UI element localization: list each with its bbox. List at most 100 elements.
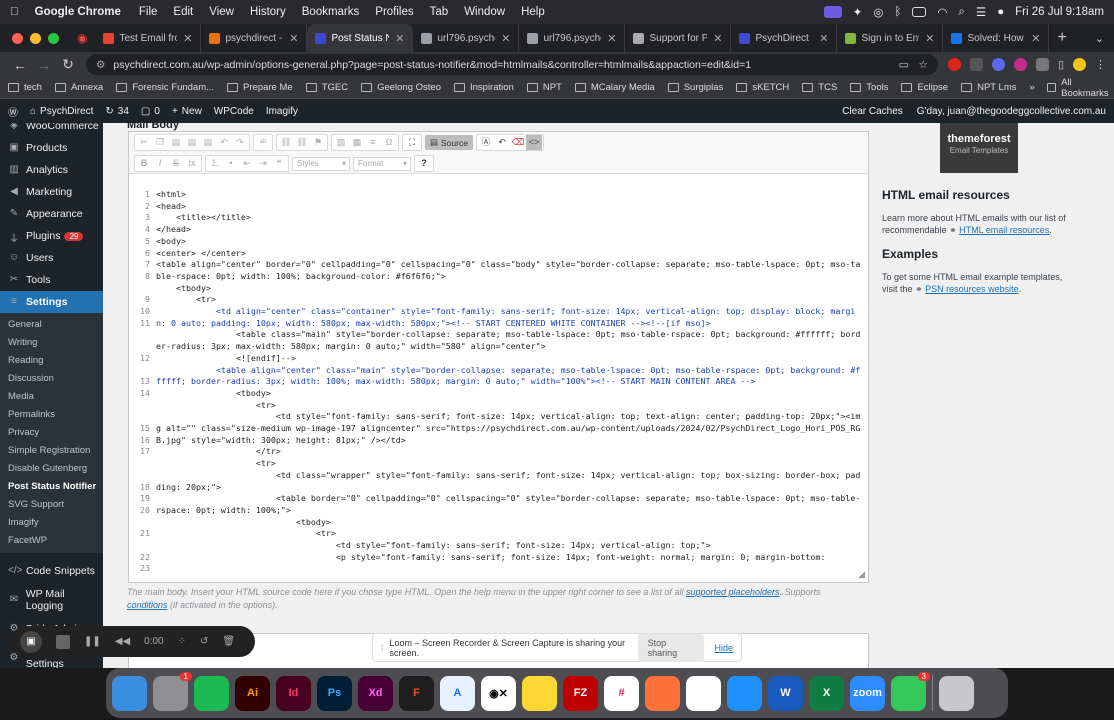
code-line[interactable]: <body> — [156, 236, 861, 248]
tab-close-icon[interactable]: ✕ — [707, 32, 722, 45]
redo-icon[interactable]: ↷ — [232, 135, 248, 150]
plus-icon[interactable]: + — [172, 106, 178, 117]
tab-1[interactable]: Test Email from✕ — [95, 24, 202, 52]
menu-view[interactable]: View — [209, 6, 234, 18]
spotify-icon[interactable] — [194, 675, 229, 711]
blockquote-icon[interactable]: ❝ — [271, 156, 287, 171]
extension-blue-icon[interactable] — [991, 58, 1005, 71]
bookmark-item[interactable]: Surgiplas — [667, 82, 723, 93]
pause-icon[interactable]: ❚❚ — [84, 636, 101, 647]
finder-icon[interactable] — [112, 675, 147, 711]
code-line[interactable]: <tr> — [156, 294, 861, 306]
profile-avatar[interactable] — [1073, 58, 1086, 71]
submenu-item[interactable]: Writing — [0, 334, 103, 352]
help-icon[interactable]: ? — [416, 156, 432, 171]
strike-icon[interactable]: S — [168, 156, 184, 171]
bookmark-item[interactable]: Tools — [850, 82, 888, 93]
code-line[interactable]: <![endif]--> — [156, 353, 861, 365]
tab-close-icon[interactable]: ✕ — [601, 32, 616, 45]
code-line[interactable]: <table class="main" style="border-collap… — [156, 329, 861, 352]
placeholders-link[interactable]: supported placeholders — [686, 587, 780, 597]
tab-3[interactable]: Post Status N ✕ — [307, 24, 414, 52]
menu-history[interactable]: History — [250, 6, 286, 18]
code-view-icon[interactable]: <> — [525, 135, 542, 150]
cast-icon[interactable]: ▭ — [899, 59, 909, 71]
conditions-link[interactable]: conditions — [127, 600, 168, 610]
bookmark-item[interactable]: TGEC — [305, 82, 348, 93]
menu-bookmarks[interactable]: Bookmarks — [302, 6, 360, 18]
apple-icon[interactable]:  — [10, 6, 19, 18]
stop-recording-button[interactable] — [56, 634, 70, 649]
indent-icon[interactable]: ⇥ — [255, 156, 271, 171]
code-line[interactable]: </head> — [156, 224, 861, 236]
image-icon[interactable]: ▨ — [333, 135, 349, 150]
app-name[interactable]: Google Chrome — [35, 6, 121, 18]
tab-6[interactable]: Support for Pos✕ — [625, 24, 732, 52]
new-menu[interactable]: New — [182, 106, 202, 117]
more-bookmarks-icon[interactable]: » — [1030, 82, 1035, 93]
cut-icon[interactable]: ✂ — [136, 135, 152, 150]
submenu-item[interactable]: Imagify — [0, 514, 103, 532]
code-line[interactable]: <table border="0" cellpadding="0" cellsp… — [156, 493, 861, 516]
code-line[interactable]: <tr> — [156, 528, 861, 540]
bold-icon[interactable]: B — [136, 156, 152, 171]
sidebar-item[interactable]: ≡ Settings — [0, 291, 103, 313]
code-line[interactable]: <td class="wrapper" style="font-family: … — [156, 470, 861, 493]
bookmark-item[interactable]: Prepare Me — [227, 82, 293, 93]
dropbox-icon[interactable]: ✦ — [853, 5, 863, 19]
clock-text[interactable]: Fri 26 Jul 9:18am — [1015, 6, 1104, 18]
tab-close-icon[interactable]: ✕ — [389, 32, 404, 45]
xd-icon[interactable]: Xd — [358, 675, 393, 711]
stop-sharing-button[interactable]: Stop sharing — [637, 633, 705, 662]
submenu-item[interactable]: Reading — [0, 352, 103, 370]
code-line[interactable]: <tr> — [156, 400, 861, 412]
wifi-icon[interactable]: ◠ — [937, 5, 947, 19]
tab-close-icon[interactable]: ✕ — [283, 32, 298, 45]
menu-help[interactable]: Help — [521, 6, 545, 18]
code-line[interactable]: <td style="font-family: sans-serif; font… — [156, 540, 861, 552]
format-dropdown[interactable]: Format — [353, 156, 411, 171]
table-icon[interactable]: ▦ — [349, 135, 365, 150]
code-line[interactable]: <td align="center" class="container" sty… — [156, 306, 861, 329]
undo-icon[interactable]: ↶ — [216, 135, 232, 150]
themeforest-banner[interactable]: themeforest Email Templates — [940, 123, 1018, 173]
submenu-item[interactable]: SVG Support — [0, 496, 103, 514]
sidebar-item[interactable]: ⏚ Plugins 29 — [0, 225, 103, 247]
submenu-item[interactable]: Permalinks — [0, 406, 103, 424]
tab-5[interactable]: url796.psychdir✕ — [519, 24, 626, 52]
menu-profiles[interactable]: Profiles — [375, 6, 413, 18]
copy-icon[interactable]: ❐ — [152, 135, 168, 150]
undo-format-icon[interactable]: ↶ — [494, 135, 510, 150]
tab-close-icon[interactable]: ✕ — [813, 32, 828, 45]
home-icon[interactable]: ⌂ — [30, 106, 36, 117]
rewind-icon[interactable]: ◀◀ — [115, 636, 130, 647]
bookmark-item[interactable]: MCalary Media — [574, 82, 655, 93]
sidebar-item[interactable]: ◈ WooCommerce — [0, 123, 103, 137]
bookmark-item[interactable]: NPT — [526, 82, 562, 93]
paste-text-icon[interactable]: ▤ — [184, 135, 200, 150]
resources-link[interactable]: HTML email resources — [959, 225, 1049, 235]
bookmark-item[interactable]: Inspiration — [453, 82, 514, 93]
forward-icon[interactable]: → — [32, 57, 56, 73]
tab-8[interactable]: Sign in to Envat✕ — [837, 24, 944, 52]
sidebar-item[interactable]: ✉ WP Mail Logging — [0, 585, 103, 614]
code-line[interactable]: <table align="center" border="0" cellpad… — [156, 259, 861, 282]
code-area[interactable]: 1234567891011121314151617181920212223242… — [129, 175, 868, 571]
clear-format-icon[interactable]: Ix — [184, 156, 200, 171]
restart-icon[interactable]: ↺ — [200, 636, 208, 647]
unlink-icon[interactable]: ⛓ — [294, 135, 310, 150]
extension-dark-icon[interactable] — [969, 58, 983, 71]
messages-icon[interactable]: 3 — [891, 671, 930, 711]
updates-icon[interactable]: ↻ — [105, 106, 113, 117]
maximize-window-button[interactable] — [48, 32, 59, 44]
submenu-item[interactable]: Discussion — [0, 370, 103, 388]
code-line[interactable]: <tbody> — [156, 517, 861, 529]
bookmark-item[interactable]: Annexa — [54, 82, 103, 93]
spellcheck-icon[interactable]: ᵃᵇ — [255, 135, 271, 150]
camera-icon[interactable]: ▣ — [20, 630, 42, 653]
minimize-window-button[interactable] — [30, 32, 41, 44]
sidebar-item[interactable]: ◀ Marketing — [0, 181, 103, 203]
filezilla-icon[interactable]: FZ — [563, 675, 598, 711]
back-icon[interactable]: ← — [8, 57, 32, 73]
drag-handle-icon[interactable]: ⁞ — [381, 643, 384, 653]
